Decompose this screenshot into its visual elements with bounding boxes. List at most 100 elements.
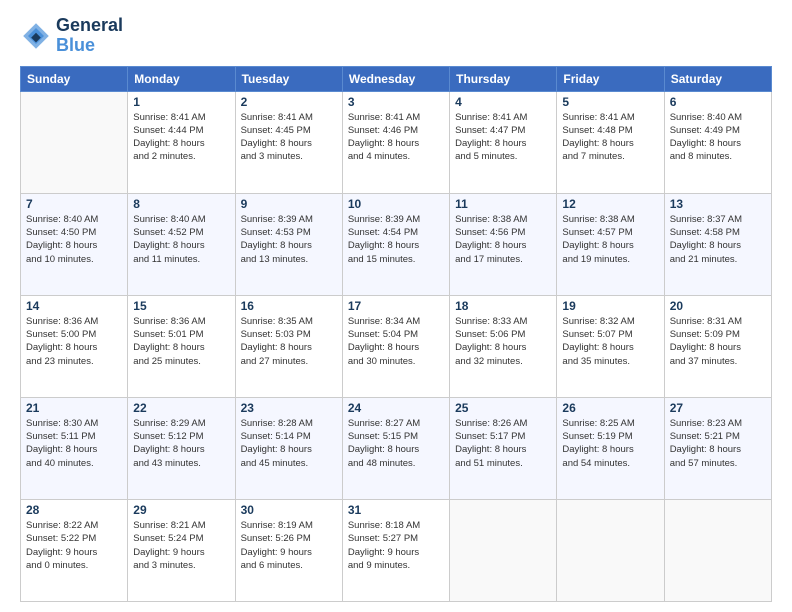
day-cell: 19 Sunrise: 8:32 AM Sunset: 5:07 PM Dayli… xyxy=(557,295,664,397)
day-cell: 30 Sunrise: 8:19 AM Sunset: 5:26 PM Dayli… xyxy=(235,499,342,601)
col-header-friday: Friday xyxy=(557,66,664,91)
day-cell: 6 Sunrise: 8:40 AM Sunset: 4:49 PM Daylig… xyxy=(664,91,771,193)
day-detail: Sunrise: 8:38 AM Sunset: 4:57 PM Dayligh… xyxy=(562,213,658,266)
day-number: 28 xyxy=(26,503,122,517)
day-detail: Sunrise: 8:30 AM Sunset: 5:11 PM Dayligh… xyxy=(26,417,122,470)
page: General Blue SundayMondayTuesdayWednesda… xyxy=(0,0,792,612)
day-number: 11 xyxy=(455,197,551,211)
day-cell: 8 Sunrise: 8:40 AM Sunset: 4:52 PM Daylig… xyxy=(128,193,235,295)
day-detail: Sunrise: 8:36 AM Sunset: 5:00 PM Dayligh… xyxy=(26,315,122,368)
week-row-2: 14 Sunrise: 8:36 AM Sunset: 5:00 PM Dayli… xyxy=(21,295,772,397)
day-cell: 17 Sunrise: 8:34 AM Sunset: 5:04 PM Dayli… xyxy=(342,295,449,397)
day-detail: Sunrise: 8:23 AM Sunset: 5:21 PM Dayligh… xyxy=(670,417,766,470)
day-number: 14 xyxy=(26,299,122,313)
week-row-3: 21 Sunrise: 8:30 AM Sunset: 5:11 PM Dayli… xyxy=(21,397,772,499)
day-detail: Sunrise: 8:37 AM Sunset: 4:58 PM Dayligh… xyxy=(670,213,766,266)
day-detail: Sunrise: 8:33 AM Sunset: 5:06 PM Dayligh… xyxy=(455,315,551,368)
day-cell: 12Sunrise: 8:38 AM Sunset: 4:57 PM Dayli… xyxy=(557,193,664,295)
day-cell: 13 Sunrise: 8:37 AM Sunset: 4:58 PM Dayli… xyxy=(664,193,771,295)
day-number: 26 xyxy=(562,401,658,415)
day-number: 31 xyxy=(348,503,444,517)
day-cell: 24 Sunrise: 8:27 AM Sunset: 5:15 PM Dayli… xyxy=(342,397,449,499)
day-detail: Sunrise: 8:34 AM Sunset: 5:04 PM Dayligh… xyxy=(348,315,444,368)
day-cell: 25 Sunrise: 8:26 AM Sunset: 5:17 PM Dayli… xyxy=(450,397,557,499)
calendar-header-row: SundayMondayTuesdayWednesdayThursdayFrid… xyxy=(21,66,772,91)
day-cell: 21 Sunrise: 8:30 AM Sunset: 5:11 PM Dayli… xyxy=(21,397,128,499)
day-detail: Sunrise: 8:39 AM Sunset: 4:54 PM Dayligh… xyxy=(348,213,444,266)
day-cell: 27 Sunrise: 8:23 AM Sunset: 5:21 PM Dayli… xyxy=(664,397,771,499)
day-cell: 11 Sunrise: 8:38 AM Sunset: 4:56 PM Dayli… xyxy=(450,193,557,295)
day-cell: 7Sunrise: 8:40 AM Sunset: 4:50 PM Daylig… xyxy=(21,193,128,295)
day-number: 5 xyxy=(562,95,658,109)
day-cell: 23 Sunrise: 8:28 AM Sunset: 5:14 PM Dayli… xyxy=(235,397,342,499)
day-detail: Sunrise: 8:40 AM Sunset: 4:49 PM Dayligh… xyxy=(670,111,766,164)
day-detail: Sunrise: 8:31 AM Sunset: 5:09 PM Dayligh… xyxy=(670,315,766,368)
day-detail: Sunrise: 8:40 AM Sunset: 4:52 PM Dayligh… xyxy=(133,213,229,266)
day-number: 15 xyxy=(133,299,229,313)
day-detail: Sunrise: 8:22 AM Sunset: 5:22 PM Dayligh… xyxy=(26,519,122,572)
day-cell xyxy=(557,499,664,601)
day-number: 9 xyxy=(241,197,337,211)
day-number: 2 xyxy=(241,95,337,109)
week-row-0: 1 Sunrise: 8:41 AM Sunset: 4:44 PM Daylig… xyxy=(21,91,772,193)
day-cell: 9Sunrise: 8:39 AM Sunset: 4:53 PM Daylig… xyxy=(235,193,342,295)
day-number: 21 xyxy=(26,401,122,415)
day-number: 18 xyxy=(455,299,551,313)
day-number: 16 xyxy=(241,299,337,313)
day-detail: Sunrise: 8:25 AM Sunset: 5:19 PM Dayligh… xyxy=(562,417,658,470)
col-header-wednesday: Wednesday xyxy=(342,66,449,91)
day-detail: Sunrise: 8:38 AM Sunset: 4:56 PM Dayligh… xyxy=(455,213,551,266)
logo: General Blue xyxy=(20,16,123,56)
day-number: 24 xyxy=(348,401,444,415)
day-cell: 3Sunrise: 8:41 AM Sunset: 4:46 PM Daylig… xyxy=(342,91,449,193)
day-detail: Sunrise: 8:18 AM Sunset: 5:27 PM Dayligh… xyxy=(348,519,444,572)
day-number: 17 xyxy=(348,299,444,313)
day-detail: Sunrise: 8:26 AM Sunset: 5:17 PM Dayligh… xyxy=(455,417,551,470)
day-cell: 16Sunrise: 8:35 AM Sunset: 5:03 PM Dayli… xyxy=(235,295,342,397)
day-number: 1 xyxy=(133,95,229,109)
day-number: 22 xyxy=(133,401,229,415)
col-header-sunday: Sunday xyxy=(21,66,128,91)
day-detail: Sunrise: 8:41 AM Sunset: 4:47 PM Dayligh… xyxy=(455,111,551,164)
col-header-tuesday: Tuesday xyxy=(235,66,342,91)
day-detail: Sunrise: 8:41 AM Sunset: 4:44 PM Dayligh… xyxy=(133,111,229,164)
day-cell: 29Sunrise: 8:21 AM Sunset: 5:24 PM Dayli… xyxy=(128,499,235,601)
week-row-1: 7Sunrise: 8:40 AM Sunset: 4:50 PM Daylig… xyxy=(21,193,772,295)
col-header-monday: Monday xyxy=(128,66,235,91)
day-number: 6 xyxy=(670,95,766,109)
day-detail: Sunrise: 8:28 AM Sunset: 5:14 PM Dayligh… xyxy=(241,417,337,470)
day-cell: 10 Sunrise: 8:39 AM Sunset: 4:54 PM Dayli… xyxy=(342,193,449,295)
day-cell: 15 Sunrise: 8:36 AM Sunset: 5:01 PM Dayli… xyxy=(128,295,235,397)
col-header-saturday: Saturday xyxy=(664,66,771,91)
week-row-4: 28 Sunrise: 8:22 AM Sunset: 5:22 PM Dayli… xyxy=(21,499,772,601)
day-cell: 14 Sunrise: 8:36 AM Sunset: 5:00 PM Dayli… xyxy=(21,295,128,397)
day-detail: Sunrise: 8:41 AM Sunset: 4:48 PM Dayligh… xyxy=(562,111,658,164)
day-cell: 18 Sunrise: 8:33 AM Sunset: 5:06 PM Dayli… xyxy=(450,295,557,397)
day-number: 10 xyxy=(348,197,444,211)
day-number: 19 xyxy=(562,299,658,313)
logo-text: General Blue xyxy=(56,16,123,56)
day-number: 27 xyxy=(670,401,766,415)
day-number: 13 xyxy=(670,197,766,211)
day-number: 25 xyxy=(455,401,551,415)
day-detail: Sunrise: 8:36 AM Sunset: 5:01 PM Dayligh… xyxy=(133,315,229,368)
day-number: 23 xyxy=(241,401,337,415)
day-detail: Sunrise: 8:41 AM Sunset: 4:45 PM Dayligh… xyxy=(241,111,337,164)
day-number: 8 xyxy=(133,197,229,211)
day-number: 7 xyxy=(26,197,122,211)
day-cell: 5 Sunrise: 8:41 AM Sunset: 4:48 PM Daylig… xyxy=(557,91,664,193)
day-detail: Sunrise: 8:32 AM Sunset: 5:07 PM Dayligh… xyxy=(562,315,658,368)
day-detail: Sunrise: 8:29 AM Sunset: 5:12 PM Dayligh… xyxy=(133,417,229,470)
logo-icon xyxy=(20,20,52,52)
day-cell xyxy=(21,91,128,193)
day-detail: Sunrise: 8:41 AM Sunset: 4:46 PM Dayligh… xyxy=(348,111,444,164)
day-number: 30 xyxy=(241,503,337,517)
day-cell: 31 Sunrise: 8:18 AM Sunset: 5:27 PM Dayli… xyxy=(342,499,449,601)
day-cell xyxy=(450,499,557,601)
day-number: 20 xyxy=(670,299,766,313)
day-detail: Sunrise: 8:19 AM Sunset: 5:26 PM Dayligh… xyxy=(241,519,337,572)
day-cell: 4 Sunrise: 8:41 AM Sunset: 4:47 PM Daylig… xyxy=(450,91,557,193)
day-detail: Sunrise: 8:27 AM Sunset: 5:15 PM Dayligh… xyxy=(348,417,444,470)
day-cell: 28 Sunrise: 8:22 AM Sunset: 5:22 PM Dayli… xyxy=(21,499,128,601)
day-number: 4 xyxy=(455,95,551,109)
